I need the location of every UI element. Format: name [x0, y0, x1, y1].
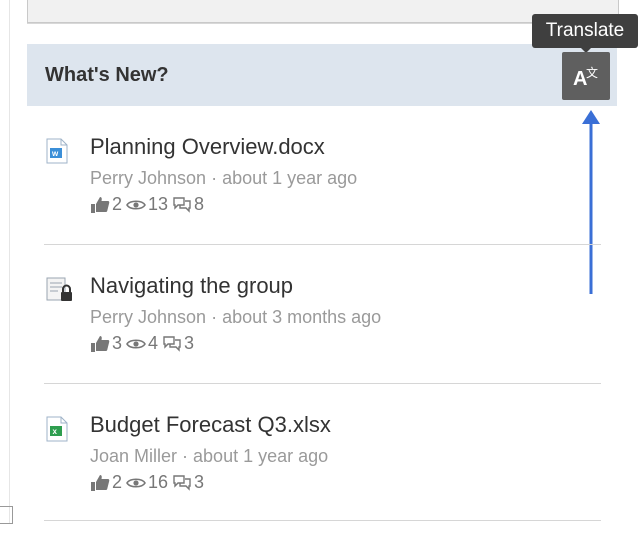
item-time: about 3 months ago: [222, 307, 382, 327]
likes-count: 2: [112, 194, 123, 214]
item-title[interactable]: Navigating the group: [90, 273, 293, 299]
word-doc-icon: w: [46, 138, 68, 164]
comments-icon[interactable]: [172, 474, 192, 492]
item-time: about 1 year ago: [222, 168, 358, 188]
locked-page-icon: [46, 277, 72, 301]
thumbs-up-icon[interactable]: [90, 335, 110, 353]
item-title[interactable]: Budget Forecast Q3.xlsx: [90, 412, 331, 438]
thumbs-up-icon[interactable]: [90, 474, 110, 492]
item-author[interactable]: Perry Johnson: [90, 307, 206, 327]
item-stats: 3 4 3: [90, 333, 198, 354]
translate-tooltip: Translate: [532, 14, 638, 48]
section-title: What's New?: [45, 64, 169, 86]
eye-icon: [126, 338, 146, 349]
comments-count: 8: [194, 194, 205, 214]
translate-button[interactable]: A 文: [562, 52, 610, 100]
list-item[interactable]: x Budget Forecast Q3.xlsx Joan Miller · …: [44, 404, 604, 534]
translate-icon: A 文: [573, 65, 598, 89]
item-title[interactable]: Planning Overview.docx: [90, 134, 325, 160]
views-count: 4: [148, 333, 159, 353]
item-meta: Perry Johnson · about 1 year ago: [90, 168, 358, 188]
item-divider: [44, 244, 601, 245]
item-author[interactable]: Joan Miller: [90, 446, 177, 466]
eye-icon: [126, 199, 146, 210]
thumbs-up-icon[interactable]: [90, 196, 110, 214]
comments-count: 3: [194, 472, 205, 492]
whats-new-header: What's New?: [27, 44, 617, 106]
comments-icon[interactable]: [172, 196, 192, 214]
item-meta: Perry Johnson · about 3 months ago: [90, 307, 382, 327]
previous-panel-edge: [27, 0, 619, 23]
item-time: about 1 year ago: [193, 446, 329, 466]
item-divider: [44, 383, 601, 384]
comments-count: 3: [184, 333, 195, 353]
views-count: 16: [148, 472, 169, 492]
item-stats: 2 16 3: [90, 472, 208, 493]
list-item[interactable]: Navigating the group Perry Johnson · abo…: [44, 265, 604, 395]
item-meta: Joan Miller · about 1 year ago: [90, 446, 329, 466]
excel-doc-icon: x: [46, 416, 68, 442]
window-corner-mark: [0, 506, 13, 524]
svg-text:w: w: [51, 149, 59, 158]
item-stats: 2 13 8: [90, 194, 208, 215]
comments-icon[interactable]: [162, 335, 182, 353]
item-author[interactable]: Perry Johnson: [90, 168, 206, 188]
svg-text:x: x: [53, 427, 58, 436]
left-border: [9, 0, 10, 523]
likes-count: 2: [112, 472, 123, 492]
views-count: 13: [148, 194, 169, 214]
likes-count: 3: [112, 333, 123, 353]
item-divider: [44, 520, 601, 521]
eye-icon: [126, 477, 146, 488]
list-item[interactable]: w Planning Overview.docx Perry Johnson ·…: [44, 126, 604, 256]
svg-text:文: 文: [586, 65, 598, 80]
